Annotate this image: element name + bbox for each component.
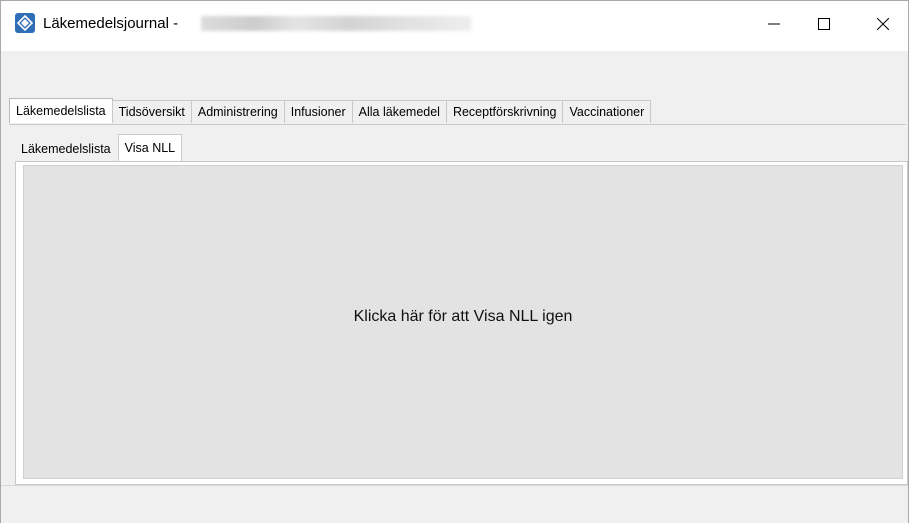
maximize-button[interactable]: [801, 1, 847, 47]
tab-administrering[interactable]: Administrering: [190, 100, 285, 123]
minimize-icon: [768, 23, 780, 25]
content-panel: Klicka här för att Visa NLL igen: [15, 161, 908, 485]
maximize-icon: [818, 18, 830, 30]
main-tab-strip: Läkemedelslista Tidsöversikt Administrer…: [9, 98, 906, 125]
close-icon: [877, 18, 889, 30]
tab-lakemedelslista[interactable]: Läkemedelslista: [9, 98, 113, 123]
window-title: Läkemedelsjournal -: [43, 15, 179, 32]
redacted-patient-info: [201, 16, 471, 31]
status-bar: [1, 485, 908, 523]
tab-receptforskrivning[interactable]: Receptförskrivning: [445, 100, 564, 123]
app-logo-icon: [15, 13, 35, 33]
subtab-visa-nll[interactable]: Visa NLL: [117, 134, 183, 161]
show-nll-message: Klicka här för att Visa NLL igen: [353, 308, 573, 325]
tab-alla-lakemedel[interactable]: Alla läkemedel: [351, 100, 447, 123]
application-window: Läkemedelsjournal - Läkemedelslista Tids…: [0, 0, 909, 523]
toolbar-area: [1, 51, 908, 94]
minimize-button[interactable]: [751, 1, 797, 47]
sub-tab-strip: Läkemedelslista Visa NLL: [14, 134, 183, 161]
show-nll-again-button[interactable]: Klicka här för att Visa NLL igen: [23, 165, 903, 479]
title-bar[interactable]: Läkemedelsjournal -: [1, 1, 908, 51]
subtab-lakemedelslista[interactable]: Läkemedelslista: [14, 136, 118, 161]
tab-tidsoversikt[interactable]: Tidsöversikt: [111, 100, 192, 123]
close-button[interactable]: [860, 1, 906, 47]
tab-vaccinationer[interactable]: Vaccinationer: [562, 100, 652, 123]
tab-infusioner[interactable]: Infusioner: [283, 100, 353, 123]
